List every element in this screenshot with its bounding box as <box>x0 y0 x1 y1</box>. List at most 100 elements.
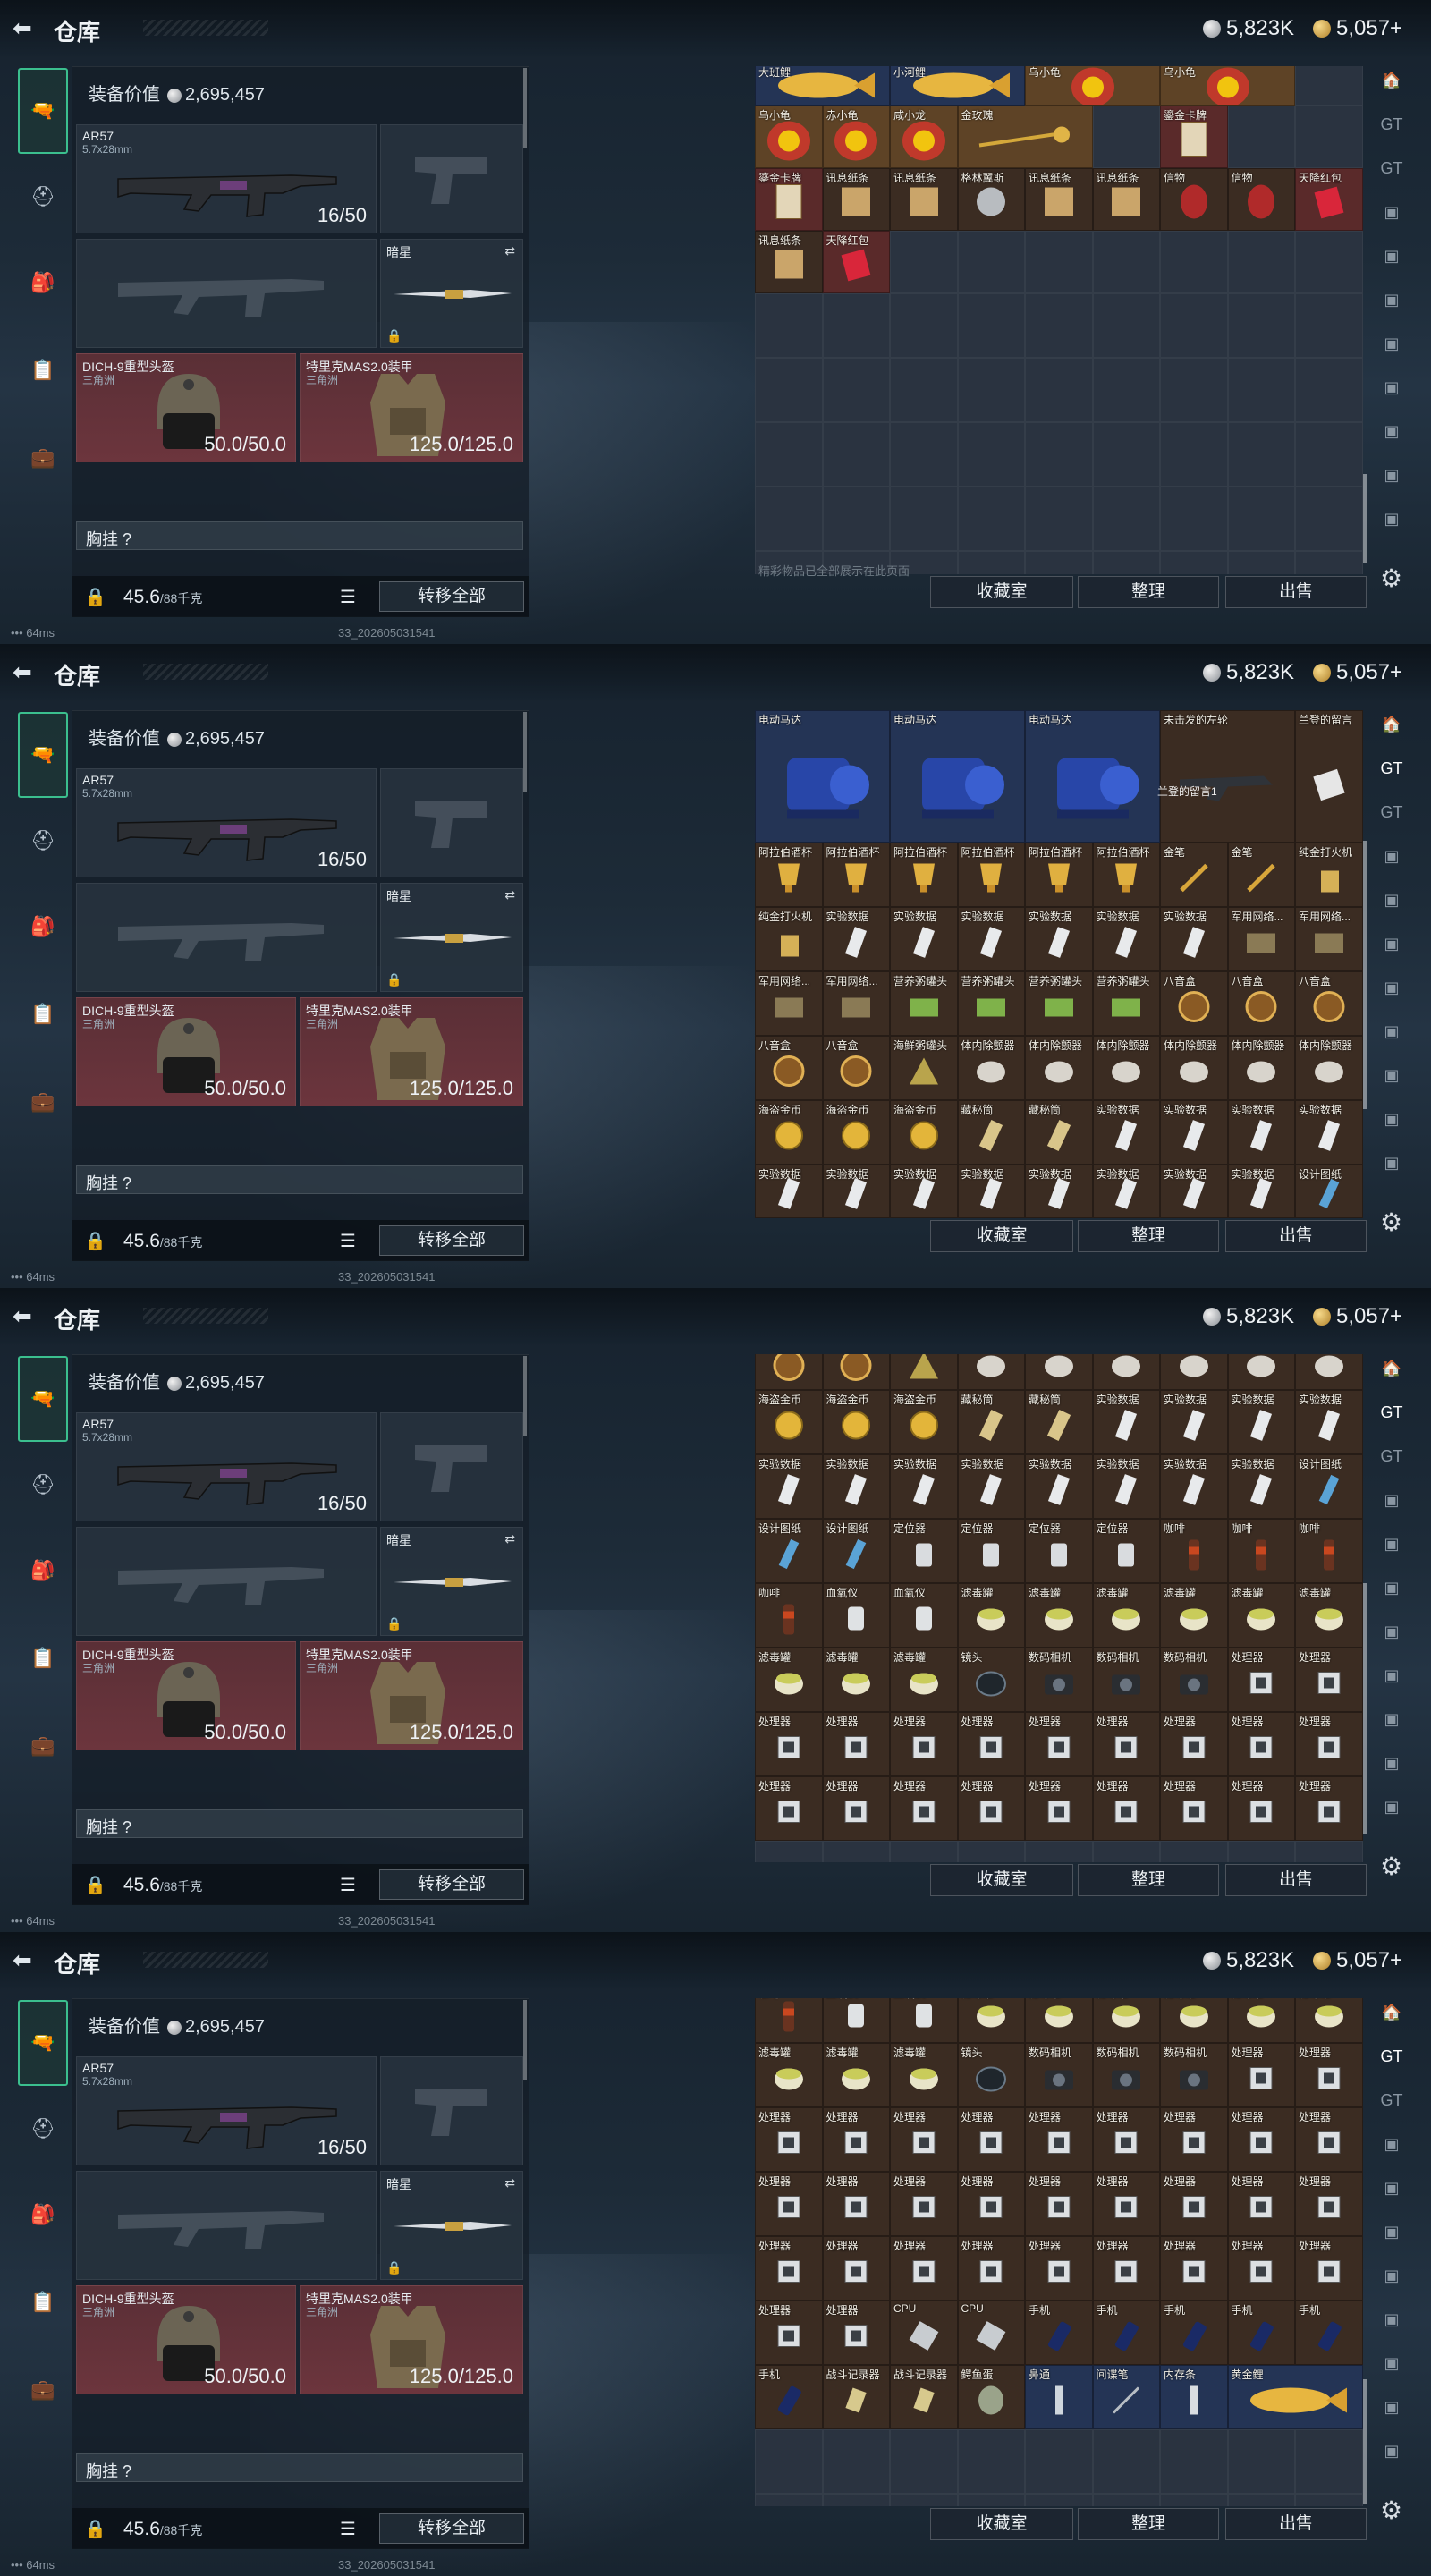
storage-item[interactable]: 处理器 <box>890 2172 958 2236</box>
storage-item[interactable]: 黄金鲤 <box>1227 2365 1363 2429</box>
storage-item[interactable]: 处理器 <box>1227 1648 1295 1712</box>
storage-item[interactable]: 处理器 <box>822 2172 890 2236</box>
storage-item[interactable]: 处理器 <box>1227 1712 1295 1776</box>
storage-item[interactable]: 鎏金卡牌 <box>1160 106 1228 168</box>
storage-item[interactable]: 实验数据 <box>822 1454 890 1519</box>
storage-item[interactable]: 实验数据 <box>1160 907 1228 971</box>
empty-slot[interactable] <box>755 2494 823 2506</box>
back-arrow-icon[interactable]: ⬅ <box>13 14 39 41</box>
gold-currency[interactable]: 5,057+ <box>1313 1948 1402 1973</box>
empty-slot[interactable] <box>1362 66 1363 106</box>
storage-item[interactable]: 实验数据 <box>957 1454 1025 1519</box>
storage-item[interactable]: 实验数据 <box>1092 1100 1160 1165</box>
storage-item[interactable]: 设计图纸 <box>755 1519 823 1583</box>
empty-slot[interactable] <box>890 422 958 487</box>
storage-item[interactable]: 处理器 <box>957 2236 1025 2301</box>
storage-item[interactable]: 处理器 <box>755 2172 823 2236</box>
loadout-scrollbar[interactable] <box>523 712 527 792</box>
storage-item[interactable]: 设计图纸 <box>1295 1165 1363 1218</box>
storage-item[interactable]: 藏秘筒 <box>1025 1390 1093 1454</box>
empty-slot[interactable] <box>1295 293 1363 358</box>
storage-item[interactable]: 咸小龙 <box>890 106 958 168</box>
storage-item[interactable]: 电动马达 <box>1025 710 1160 843</box>
storage-item[interactable]: 手机 <box>755 2365 823 2429</box>
warehouse-tab-icon[interactable]: GT <box>1372 115 1411 151</box>
warehouse-tab-icon[interactable]: GT <box>1372 803 1411 839</box>
storage-item[interactable]: 滤毒罐 <box>755 2043 823 2107</box>
storage-item[interactable]: 处理器 <box>822 1776 890 1841</box>
empty-slot[interactable] <box>1295 2429 1363 2494</box>
storage-item[interactable]: 体内除颤器 <box>1160 1036 1228 1100</box>
storage-item[interactable]: 信物 <box>1160 168 1228 231</box>
storage-item[interactable]: 实验数据 <box>1160 1165 1228 1218</box>
storage-item[interactable]: 海盗金币 <box>755 1390 823 1454</box>
empty-slot[interactable] <box>1227 231 1295 293</box>
empty-slot[interactable] <box>890 2494 958 2506</box>
empty-slot[interactable] <box>1227 2429 1295 2494</box>
storage-item[interactable]: 海鲜粥罐头 <box>890 1354 958 1390</box>
storage-item[interactable]: 内存条 <box>1160 2365 1228 2429</box>
storage-item[interactable]: 咖啡 <box>1227 1519 1295 1583</box>
empty-slot[interactable] <box>1362 1354 1363 1390</box>
warehouse-tab-icon[interactable]: 🏠 <box>1372 716 1411 751</box>
empty-slot[interactable] <box>957 1841 1025 1862</box>
storage-item[interactable]: 滤毒罐 <box>1092 1583 1160 1648</box>
warehouse-tab-icon[interactable]: ▣ <box>1372 935 1411 970</box>
storage-item[interactable]: 滤毒罐 <box>822 2043 890 2107</box>
storage-item[interactable]: 实验数据 <box>1160 1390 1228 1454</box>
empty-slot[interactable] <box>1227 358 1295 422</box>
storage-item[interactable]: 体内除颤器 <box>1092 1354 1160 1390</box>
nav-case-icon[interactable]: 💼 <box>18 433 68 483</box>
storage-item[interactable]: 阿拉伯酒杯 <box>957 843 1025 907</box>
back-arrow-icon[interactable]: ⬅ <box>13 1946 39 1973</box>
storage-item[interactable]: 处理器 <box>822 2236 890 2301</box>
storage-item[interactable]: 处理器 <box>890 2107 958 2172</box>
storage-item[interactable]: 小河鲤 <box>890 66 1025 106</box>
storage-item[interactable]: 体内除颤器 <box>1227 1354 1295 1390</box>
loadout-scrollbar[interactable] <box>523 2000 527 2080</box>
empty-slot[interactable] <box>1025 422 1093 487</box>
empty-slot[interactable] <box>957 358 1025 422</box>
storage-item[interactable]: 未击发的左轮 <box>1160 710 1295 843</box>
empty-slot[interactable] <box>957 231 1025 293</box>
storage-item[interactable]: 处理器 <box>1025 1712 1093 1776</box>
empty-slot[interactable] <box>1362 2172 1363 2236</box>
empty-slot[interactable] <box>1025 487 1093 551</box>
storage-item[interactable]: 处理器 <box>957 2107 1025 2172</box>
storage-item[interactable]: 阿拉伯酒杯 <box>1025 843 1093 907</box>
storage-item[interactable]: 金笔 <box>1160 843 1228 907</box>
storage-item[interactable]: 滤毒罐 <box>1025 1998 1093 2043</box>
storage-item[interactable]: 体内除颤器 <box>957 1036 1025 1100</box>
storage-item[interactable]: 滤毒罐 <box>1160 1998 1228 2043</box>
storage-item[interactable]: 赤小龟 <box>822 106 890 168</box>
storage-scrollbar[interactable] <box>1363 474 1367 564</box>
gold-currency[interactable]: 5,057+ <box>1313 16 1402 41</box>
storage-item[interactable]: 滤毒罐 <box>1092 1998 1160 2043</box>
sort-button[interactable]: 整理 <box>1078 1220 1219 1252</box>
pistol-slot[interactable] <box>380 768 523 877</box>
warehouse-tab-icon[interactable]: ▣ <box>1372 1154 1411 1190</box>
empty-slot[interactable] <box>1227 2494 1295 2506</box>
empty-slot[interactable] <box>822 422 890 487</box>
empty-slot[interactable] <box>1295 106 1363 168</box>
storage-item[interactable]: 数码相机 <box>1160 2043 1228 2107</box>
storage-item[interactable]: 军用网络... <box>822 971 890 1036</box>
storage-item[interactable]: 实验数据 <box>1227 1100 1295 1165</box>
warehouse-tab-icon[interactable]: ▣ <box>1372 291 1411 326</box>
empty-slot[interactable] <box>1160 487 1228 551</box>
empty-slot[interactable] <box>1092 2494 1160 2506</box>
storage-item[interactable]: 八音盒 <box>1227 971 1295 1036</box>
storage-item[interactable]: 设计图纸 <box>822 1519 890 1583</box>
storage-item[interactable]: 海盗金币 <box>822 1100 890 1165</box>
sell-button[interactable]: 出售 <box>1225 1220 1367 1252</box>
warehouse-tab-icon[interactable]: ▣ <box>1372 1491 1411 1527</box>
empty-slot[interactable] <box>1362 106 1363 168</box>
storage-item[interactable]: 战斗记录器 <box>890 2365 958 2429</box>
storage-item[interactable]: 处理器 <box>1092 1776 1160 1841</box>
collection-room-button[interactable]: 收藏室 <box>930 1864 1073 1896</box>
storage-item[interactable]: 体内除颤器 <box>1295 1036 1363 1100</box>
storage-item[interactable]: 讯息纸条 <box>1025 168 1093 231</box>
secondary-weapon-slot[interactable] <box>76 2171 377 2280</box>
empty-slot[interactable] <box>1362 1454 1363 1519</box>
warehouse-tab-icon[interactable]: ▣ <box>1372 1754 1411 1790</box>
